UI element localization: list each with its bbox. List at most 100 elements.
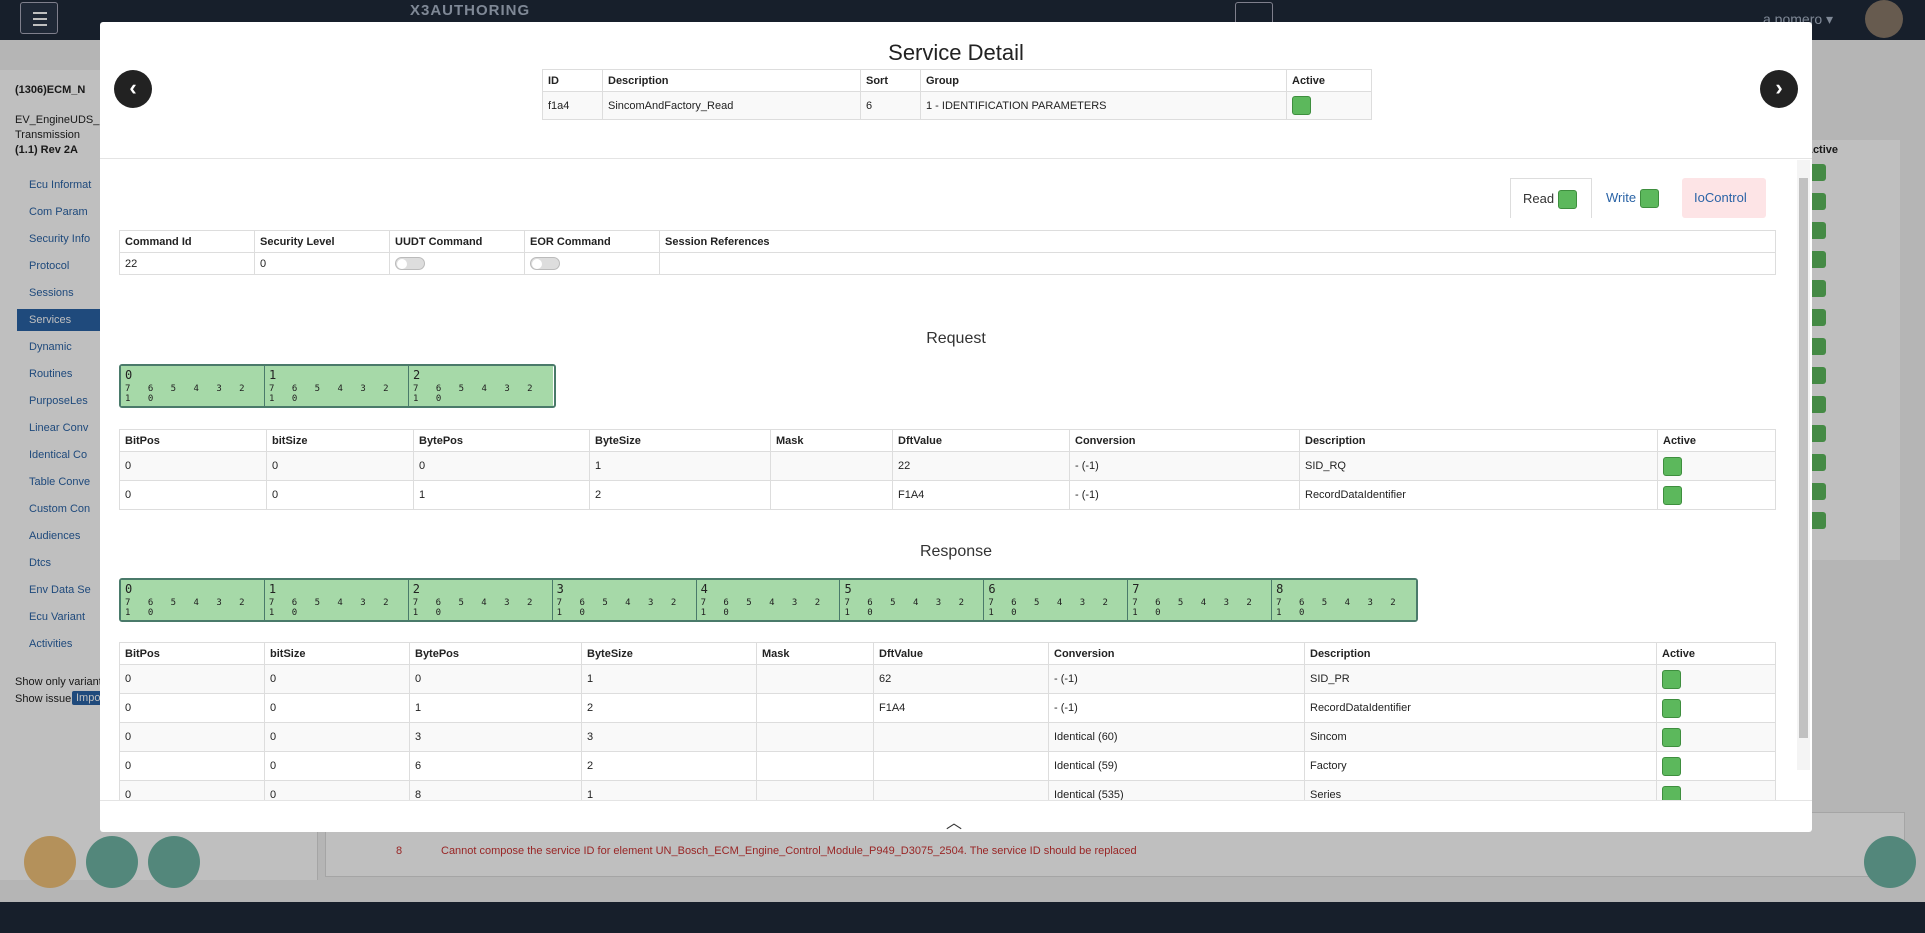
bit-labels: 7 6 5 4 3 2 1 0: [413, 384, 539, 404]
uudt-toggle-cell: [389, 252, 525, 275]
cell-bitpos: 0: [119, 664, 265, 694]
byte-cell[interactable]: 3 7 6 5 4 3 2 1 0: [552, 580, 697, 620]
col-mask: Mask: [756, 642, 874, 665]
cell-bytesize: 3: [581, 722, 757, 752]
cell-conversion: - (-1): [1069, 451, 1300, 481]
table-row[interactable]: 0 0 0 1 62- (-1) SID_PR: [119, 664, 1776, 694]
table-row[interactable]: 0 0 6 2 Identical (59) Factory: [119, 751, 1776, 781]
byte-index: 7: [1132, 582, 1140, 596]
table-row[interactable]: 0 0 0 1 22- (-1) SID_RQ: [119, 451, 1776, 481]
cell-bytepos: 8: [409, 780, 582, 800]
cell-mask: [770, 451, 893, 481]
byte-cell[interactable]: 1 7 6 5 4 3 2 1 0: [264, 580, 409, 620]
byte-cell[interactable]: 2 7 6 5 4 3 2 1 0: [409, 366, 553, 406]
col-bytesize: ByteSize: [581, 642, 757, 665]
write-active-indicator: [1639, 189, 1659, 209]
col-bitsize: bitSize: [266, 429, 414, 452]
byte-cell[interactable]: 0 7 6 5 4 3 2 1 0: [121, 366, 265, 406]
request-title: Request: [926, 330, 986, 347]
cell-description: RecordDataIdentifier: [1304, 693, 1657, 723]
byte-cell[interactable]: 0 7 6 5 4 3 2 1 0: [121, 580, 265, 620]
cell-bytesize: 1: [581, 664, 757, 694]
service-summary-table: ID Description Sort Group Active f1a4 Si…: [542, 69, 1372, 120]
cell-active: [1657, 451, 1776, 481]
cell-conversion: Identical (535): [1048, 780, 1305, 800]
col-active: Active: [1286, 69, 1372, 92]
cell-dft: F1A4: [892, 480, 1070, 510]
cell-mask: [756, 780, 874, 800]
byte-index: 8: [1276, 582, 1284, 596]
byte-cell[interactable]: 5 7 6 5 4 3 2 1 0: [840, 580, 985, 620]
bit-labels: 7 6 5 4 3 2 1 0: [269, 384, 395, 404]
modal-scrollbar[interactable]: [1797, 160, 1810, 770]
uudt-toggle[interactable]: [395, 257, 425, 270]
next-arrow-icon[interactable]: ›: [1760, 70, 1798, 108]
cell-dft: 62: [873, 664, 1049, 694]
cell-bytepos: 6: [409, 751, 582, 781]
cell-active: [1656, 751, 1776, 781]
cell-bitsize: 0: [264, 722, 410, 752]
bit-labels: 7 6 5 4 3 2 1 0: [268, 598, 395, 618]
cell-bitpos: 0: [119, 693, 265, 723]
active-checkbox[interactable]: [1662, 698, 1681, 718]
cell-description: RecordDataIdentifier: [1299, 480, 1658, 510]
col-dftvalue: DftValue: [892, 429, 1070, 452]
cell-bitpos: 0: [119, 780, 265, 800]
col-uudt-command: UUDT Command: [389, 230, 525, 253]
byte-cell[interactable]: 7 7 6 5 4 3 2 1 0: [1128, 580, 1273, 620]
byte-cell[interactable]: 1 7 6 5 4 3 2 1 0: [265, 366, 409, 406]
byte-cell[interactable]: 6 7 6 5 4 3 2 1 0: [984, 580, 1129, 620]
col-description: Description: [602, 69, 861, 92]
service-detail-modal: Service Detail ‹ › ID Description Sort G…: [100, 22, 1812, 832]
previous-arrow-icon[interactable]: ‹: [114, 70, 152, 108]
read-active-indicator: [1557, 190, 1577, 210]
col-mask: Mask: [770, 429, 893, 452]
bit-labels: 7 6 5 4 3 2 1 0: [700, 598, 827, 618]
bit-labels: 7 6 5 4 3 2 1 0: [1276, 598, 1402, 618]
active-checkbox[interactable]: [1663, 485, 1682, 505]
cell-bytesize: 2: [581, 751, 757, 781]
col-bytepos: BytePos: [409, 642, 582, 665]
active-checkbox[interactable]: [1292, 96, 1311, 115]
command-id: 22: [119, 252, 255, 275]
table-row[interactable]: 0 0 8 1 Identical (535) Series: [119, 780, 1776, 800]
cell-dft: [873, 780, 1049, 800]
cell-conversion: Identical (59): [1048, 751, 1305, 781]
col-dftvalue: DftValue: [873, 642, 1049, 665]
table-row[interactable]: 0 0 1 2 F1A4- (-1) RecordDataIdentifier: [119, 693, 1776, 723]
byte-cell[interactable]: 4 7 6 5 4 3 2 1 0: [696, 580, 841, 620]
cell-bitpos: 0: [119, 722, 265, 752]
tab-write[interactable]: Write: [1594, 178, 1680, 218]
active-checkbox[interactable]: [1662, 785, 1681, 800]
cell-description: Sincom: [1304, 722, 1657, 752]
tab-read[interactable]: Read: [1510, 178, 1592, 218]
active-checkbox[interactable]: [1663, 456, 1682, 476]
byte-cell[interactable]: 2 7 6 5 4 3 2 1 0: [408, 580, 553, 620]
cell-bytesize: 1: [581, 780, 757, 800]
bit-labels: 7 6 5 4 3 2 1 0: [1132, 598, 1258, 618]
cell-mask: [770, 480, 893, 510]
col-security-level: Security Level: [254, 230, 390, 253]
service-active-cell: [1286, 91, 1372, 120]
tab-iocontrol[interactable]: IoControl: [1682, 178, 1766, 218]
session-references[interactable]: [659, 252, 1776, 275]
byte-index: 0: [125, 368, 133, 382]
cell-bytepos: 0: [409, 664, 582, 694]
request-param-table: BitPos bitSize BytePos ByteSize Mask DftValue…: [119, 429, 1776, 510]
eor-toggle[interactable]: [530, 257, 560, 270]
service-description: SincomAndFactory_Read: [602, 91, 861, 120]
col-eor-command: EOR Command: [524, 230, 660, 253]
scrollbar-thumb[interactable]: [1799, 178, 1808, 738]
chevron-up-icon[interactable]: ︿: [946, 809, 962, 832]
cell-bitsize: 0: [264, 693, 410, 723]
cell-mask: [756, 722, 874, 752]
col-conversion: Conversion: [1069, 429, 1300, 452]
active-checkbox[interactable]: [1662, 727, 1681, 747]
active-checkbox[interactable]: [1662, 756, 1681, 776]
table-row[interactable]: 0 0 1 2 F1A4- (-1) RecordDataIdentifier: [119, 480, 1776, 510]
byte-cell[interactable]: 8 7 6 5 4 3 2 1 0: [1272, 580, 1417, 620]
cell-bitpos: 0: [119, 480, 267, 510]
table-row[interactable]: 0 0 3 3 Identical (60) Sincom: [119, 722, 1776, 752]
active-checkbox[interactable]: [1662, 669, 1681, 689]
cell-bitpos: 0: [119, 751, 265, 781]
